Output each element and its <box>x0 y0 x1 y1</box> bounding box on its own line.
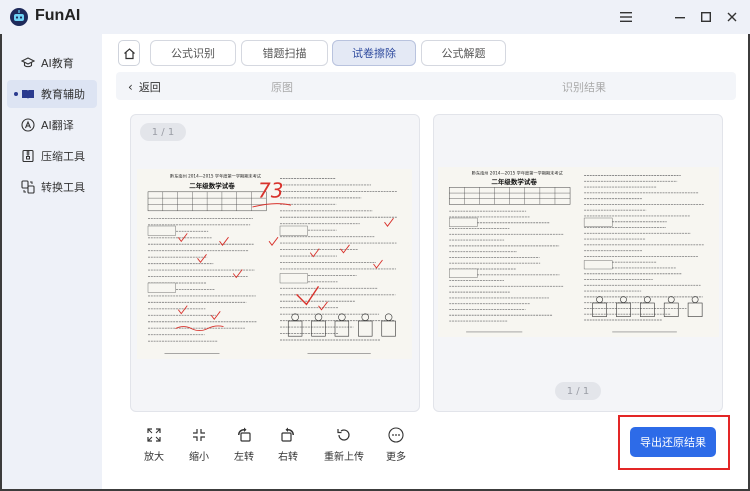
maximize-button[interactable] <box>697 8 715 26</box>
minimize-button[interactable] <box>671 8 689 26</box>
window-frame <box>0 34 750 491</box>
funai-logo-icon <box>10 8 28 26</box>
maximize-icon <box>701 12 711 22</box>
minimize-icon <box>675 17 685 19</box>
menu-button[interactable] <box>617 8 635 26</box>
close-button[interactable] <box>723 8 741 26</box>
app-title: FunAI <box>35 7 81 24</box>
title-bar: FunAI <box>0 0 750 34</box>
close-icon <box>727 12 737 22</box>
hamburger-menu-icon <box>620 12 632 22</box>
